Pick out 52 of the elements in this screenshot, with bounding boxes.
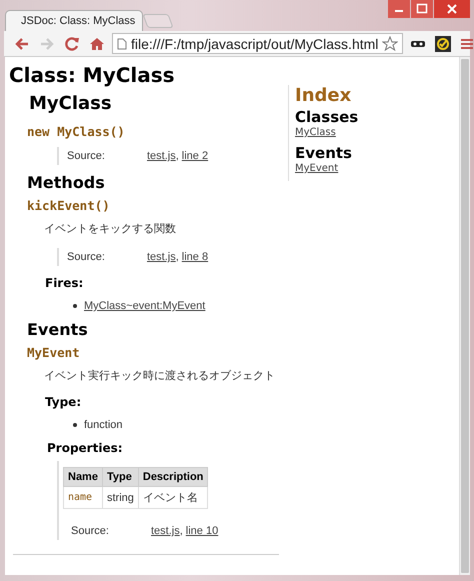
description-text: イベントをキックする関数 <box>44 222 177 236</box>
maximize-icon[interactable] <box>411 0 433 18</box>
check-icon[interactable] <box>435 36 452 52</box>
file-link[interactable]: test.js <box>151 525 180 537</box>
index-link[interactable]: MyClass <box>295 127 358 138</box>
event-signature: MyEvent <box>27 345 81 360</box>
column-header: Type <box>102 468 138 486</box>
line-link[interactable]: line 2 <box>182 150 208 162</box>
source-label: Source: <box>67 251 106 263</box>
scrollbar-thumb[interactable] <box>461 59 469 573</box>
description-text: イベント実行キック時に渡されるオブジェクト <box>44 368 276 383</box>
index-heading: Events <box>295 144 353 162</box>
source-label: Source: <box>67 150 106 162</box>
file-link[interactable]: test.js <box>147 150 176 162</box>
index-heading: Classes <box>295 108 358 126</box>
method-signature: kickEvent() <box>27 198 111 213</box>
source-label: Source: <box>71 525 110 537</box>
page-title: Class: MyClass <box>9 63 176 87</box>
type-text: function <box>84 419 123 431</box>
class-heading: MyClass <box>29 93 113 114</box>
section-heading: Events <box>27 320 89 339</box>
column-header: Description <box>138 468 208 486</box>
separator-text: , <box>180 525 183 537</box>
address-bar[interactable]: file:///F:/tmp/javascript/out/MyClass.html <box>112 33 404 54</box>
minimize-icon[interactable] <box>388 0 410 18</box>
star-icon[interactable] <box>382 36 398 52</box>
event-link[interactable]: MyClass~event:MyEvent <box>84 300 206 312</box>
bullet-icon <box>73 304 77 308</box>
browser-tab[interactable]: JSDoc: Class: MyClass <box>5 10 143 31</box>
line-link[interactable]: line 8 <box>182 251 208 263</box>
page-icon <box>117 38 127 50</box>
table-cell: イベント名 <box>138 486 208 508</box>
fires-heading: Fires: <box>45 276 84 290</box>
close-icon[interactable] <box>434 0 470 18</box>
index-title: Index <box>295 85 352 106</box>
table-cell: string <box>102 486 138 508</box>
home-icon[interactable] <box>89 36 105 52</box>
line-link[interactable]: line 10 <box>186 525 218 537</box>
section-heading: Methods <box>27 173 106 192</box>
back-icon[interactable] <box>14 36 30 52</box>
type-heading: Type: <box>45 395 82 409</box>
file-link[interactable]: test.js <box>147 251 176 263</box>
table-cell: name <box>64 486 102 508</box>
separator-text: , <box>176 150 179 162</box>
menu-icon[interactable] <box>460 36 474 50</box>
constructor-signature: new MyClass() <box>27 124 126 139</box>
properties-heading: Properties: <box>47 441 124 455</box>
index-link[interactable]: MyEvent <box>295 163 358 174</box>
separator-text: , <box>176 251 179 263</box>
column-header: Name <box>64 468 102 486</box>
bullet-icon <box>73 423 77 427</box>
reload-icon[interactable] <box>64 36 80 52</box>
